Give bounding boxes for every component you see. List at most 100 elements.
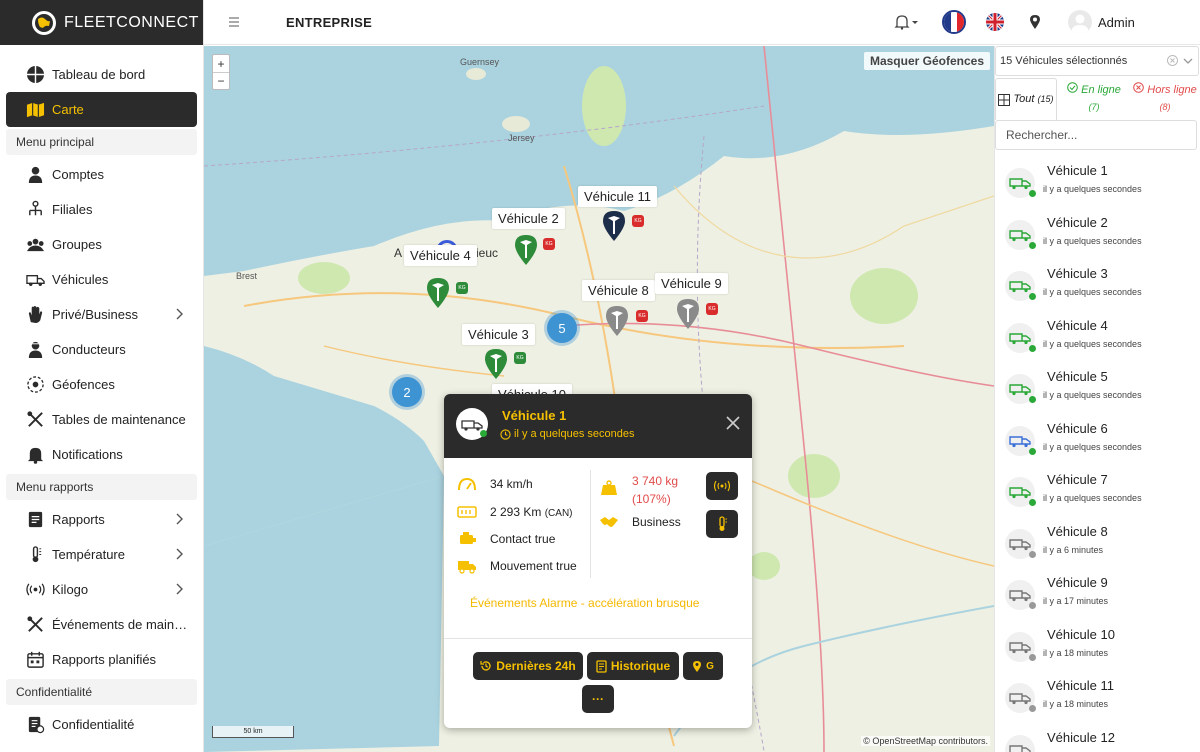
odometer-row: 2 293 Km (CAN): [456, 504, 573, 520]
map-label-vehicle-9[interactable]: Véhicule 9: [655, 273, 728, 294]
vehicle-name: Véhicule 9: [1047, 575, 1108, 590]
list-item[interactable]: Véhicule 8 il y a 6 minutes: [995, 515, 1199, 567]
uk-flag-icon[interactable]: [986, 13, 1004, 31]
sidebar-item-scheduled-reports[interactable]: Rapports planifiés: [6, 642, 197, 677]
list-item[interactable]: Véhicule 7 il y a quelques secondes: [995, 463, 1199, 515]
sidebar-item-temperature[interactable]: Température: [6, 537, 197, 572]
vehicle-last-seen: il y a 17 minutes: [1043, 596, 1109, 606]
sidebar-item-private-business[interactable]: Privé/Business: [6, 297, 197, 332]
list-item[interactable]: Véhicule 6 il y a quelques secondes: [995, 412, 1199, 464]
map-label-vehicle-11[interactable]: Véhicule 11: [578, 186, 657, 207]
vehicle-last-seen: il y a quelques secondes: [1043, 235, 1142, 246]
sidebar-item-dashboard[interactable]: Tableau de bord: [6, 57, 197, 92]
vehicle-marker-icon[interactable]: [675, 298, 701, 330]
temperature-button[interactable]: [706, 510, 738, 538]
hide-geofences-button[interactable]: Masquer Géofences: [863, 52, 990, 70]
zoom-in-button[interactable]: +: [213, 55, 229, 72]
user-name[interactable]: Admin: [1098, 15, 1135, 30]
list-item[interactable]: Véhicule 5 il y a quelques secondes: [995, 360, 1199, 412]
history-button[interactable]: Historique: [587, 652, 679, 680]
sidebar-item-privacy[interactable]: Confidentialité: [6, 707, 197, 742]
tab-offline[interactable]: Hors ligne (8): [1131, 78, 1199, 120]
clear-selection-icon[interactable]: [1167, 55, 1178, 66]
vehicle-selector[interactable]: 15 Véhicules sélectionnés: [995, 46, 1199, 76]
odometer-value: 2 293 Km: [490, 505, 542, 519]
zoom-out-button[interactable]: −: [213, 72, 229, 89]
map-label-vehicle-4[interactable]: Véhicule 4: [404, 245, 477, 266]
more-options-button[interactable]: ···: [582, 685, 614, 713]
usage-value: Business: [632, 515, 681, 529]
tab-online[interactable]: En ligne (7): [1059, 78, 1129, 120]
sidebar-item-accounts[interactable]: Comptes: [6, 157, 197, 192]
brand-bar[interactable]: FLEETCONNECT: [0, 0, 203, 45]
map-view[interactable]: Guernsey Jersey Brest + − Masquer Géofen…: [204, 46, 994, 752]
vehicle-marker-icon[interactable]: [513, 234, 539, 266]
chevron-down-icon[interactable]: [1183, 57, 1193, 65]
weight-percent: (107%): [632, 492, 671, 506]
marker-cluster[interactable]: 5: [547, 313, 577, 343]
list-item[interactable]: Véhicule 9 il y a 17 minutes: [995, 566, 1199, 618]
vehicle-last-seen: il y a 6 minutes: [1043, 544, 1104, 555]
sidebar-item-notifications[interactable]: Notifications: [6, 437, 197, 472]
list-item[interactable]: Véhicule 4 il y a quelques secondes: [995, 309, 1199, 361]
geo-button[interactable]: G: [683, 652, 723, 680]
french-flag-icon[interactable]: [942, 10, 966, 34]
sidebar-item-map[interactable]: Carte: [6, 92, 197, 127]
hand-icon: [24, 304, 46, 326]
section-header-reports: Menu rapports: [6, 474, 197, 500]
sidebar-item-geofences[interactable]: Géofences: [6, 367, 197, 402]
report-icon: [24, 509, 46, 531]
weight-kg-icon: [598, 480, 620, 496]
weight-value: 3 740 kg: [632, 474, 679, 488]
handshake-icon: [598, 514, 620, 530]
vehicle-name: Véhicule 10: [1047, 626, 1115, 642]
vehicle-marker-icon[interactable]: [425, 277, 451, 309]
tab-all-label: Tout: [1013, 93, 1035, 105]
vehicle-name: Véhicule 5: [1047, 369, 1108, 384]
broadcast-button[interactable]: [706, 472, 738, 500]
sidebar-item-maintenance-events[interactable]: Événements de maintenance: [6, 607, 197, 642]
online-status-dot: [1029, 447, 1036, 455]
vehicle-marker-icon[interactable]: [601, 210, 627, 242]
org-tree-icon: [24, 199, 46, 221]
truck-icon: [24, 269, 46, 291]
sidebar-item-label: Kilogo: [52, 582, 89, 597]
list-item[interactable]: Véhicule 3 il y a quelques secondes: [995, 257, 1199, 309]
list-item[interactable]: Véhicule 11 il y a 18 minutes: [995, 669, 1199, 721]
chevron-right-icon: [176, 308, 183, 320]
vehicle-marker-icon[interactable]: [604, 305, 630, 337]
sidebar-item-drivers[interactable]: Conducteurs: [6, 332, 197, 367]
sidebar-item-label: Tableau de bord: [52, 67, 146, 82]
map-label-vehicle-8[interactable]: Véhicule 8: [582, 280, 655, 301]
weight-badge-icon: KG: [543, 238, 555, 250]
list-item[interactable]: Véhicule 10 il y a 18 minutes: [995, 618, 1199, 670]
sidebar-item-maintenance-tables[interactable]: Tables de maintenance: [6, 402, 197, 437]
weight-badge-icon: KG: [706, 303, 718, 315]
map-attribution[interactable]: © OpenStreetMap contributors.: [861, 736, 990, 746]
sidebar-item-kilogo[interactable]: Kilogo: [6, 572, 197, 607]
vehicle-search-input[interactable]: [995, 120, 1197, 150]
sidebar: FLEETCONNECT Tableau de bord Carte Menu …: [0, 0, 204, 752]
top-header: ENTREPRISE Admin: [204, 0, 1200, 45]
notifications-bell-icon[interactable]: [892, 10, 922, 34]
hamburger-menu-icon[interactable]: [228, 14, 240, 30]
map-label-vehicle-3[interactable]: Véhicule 3: [462, 324, 535, 345]
list-item[interactable]: Véhicule 12: [995, 721, 1199, 752]
list-item[interactable]: Véhicule 1 il y a quelques secondes: [995, 154, 1199, 206]
vehicle-name: Véhicule 2: [1047, 214, 1108, 230]
tab-all[interactable]: Tout (15): [995, 78, 1057, 120]
avatar[interactable]: [1068, 10, 1092, 34]
sidebar-item-subsidiaries[interactable]: Filiales: [6, 192, 197, 227]
sidebar-item-label: Véhicules: [52, 272, 109, 287]
marker-cluster[interactable]: 2: [392, 377, 422, 407]
vehicle-name: Véhicule 8: [1047, 523, 1108, 539]
sidebar-item-vehicles[interactable]: Véhicules: [6, 262, 197, 297]
vehicle-marker-icon[interactable]: [483, 348, 509, 380]
last-24h-button[interactable]: Dernières 24h: [473, 652, 583, 680]
list-item[interactable]: Véhicule 2 il y a quelques secondes: [995, 206, 1199, 258]
sidebar-item-groups[interactable]: Groupes: [6, 227, 197, 262]
map-label-vehicle-2[interactable]: Véhicule 2: [492, 208, 565, 229]
sidebar-item-reports[interactable]: Rapports: [6, 502, 197, 537]
location-pin-icon[interactable]: [1026, 10, 1044, 34]
close-icon[interactable]: [726, 416, 740, 430]
